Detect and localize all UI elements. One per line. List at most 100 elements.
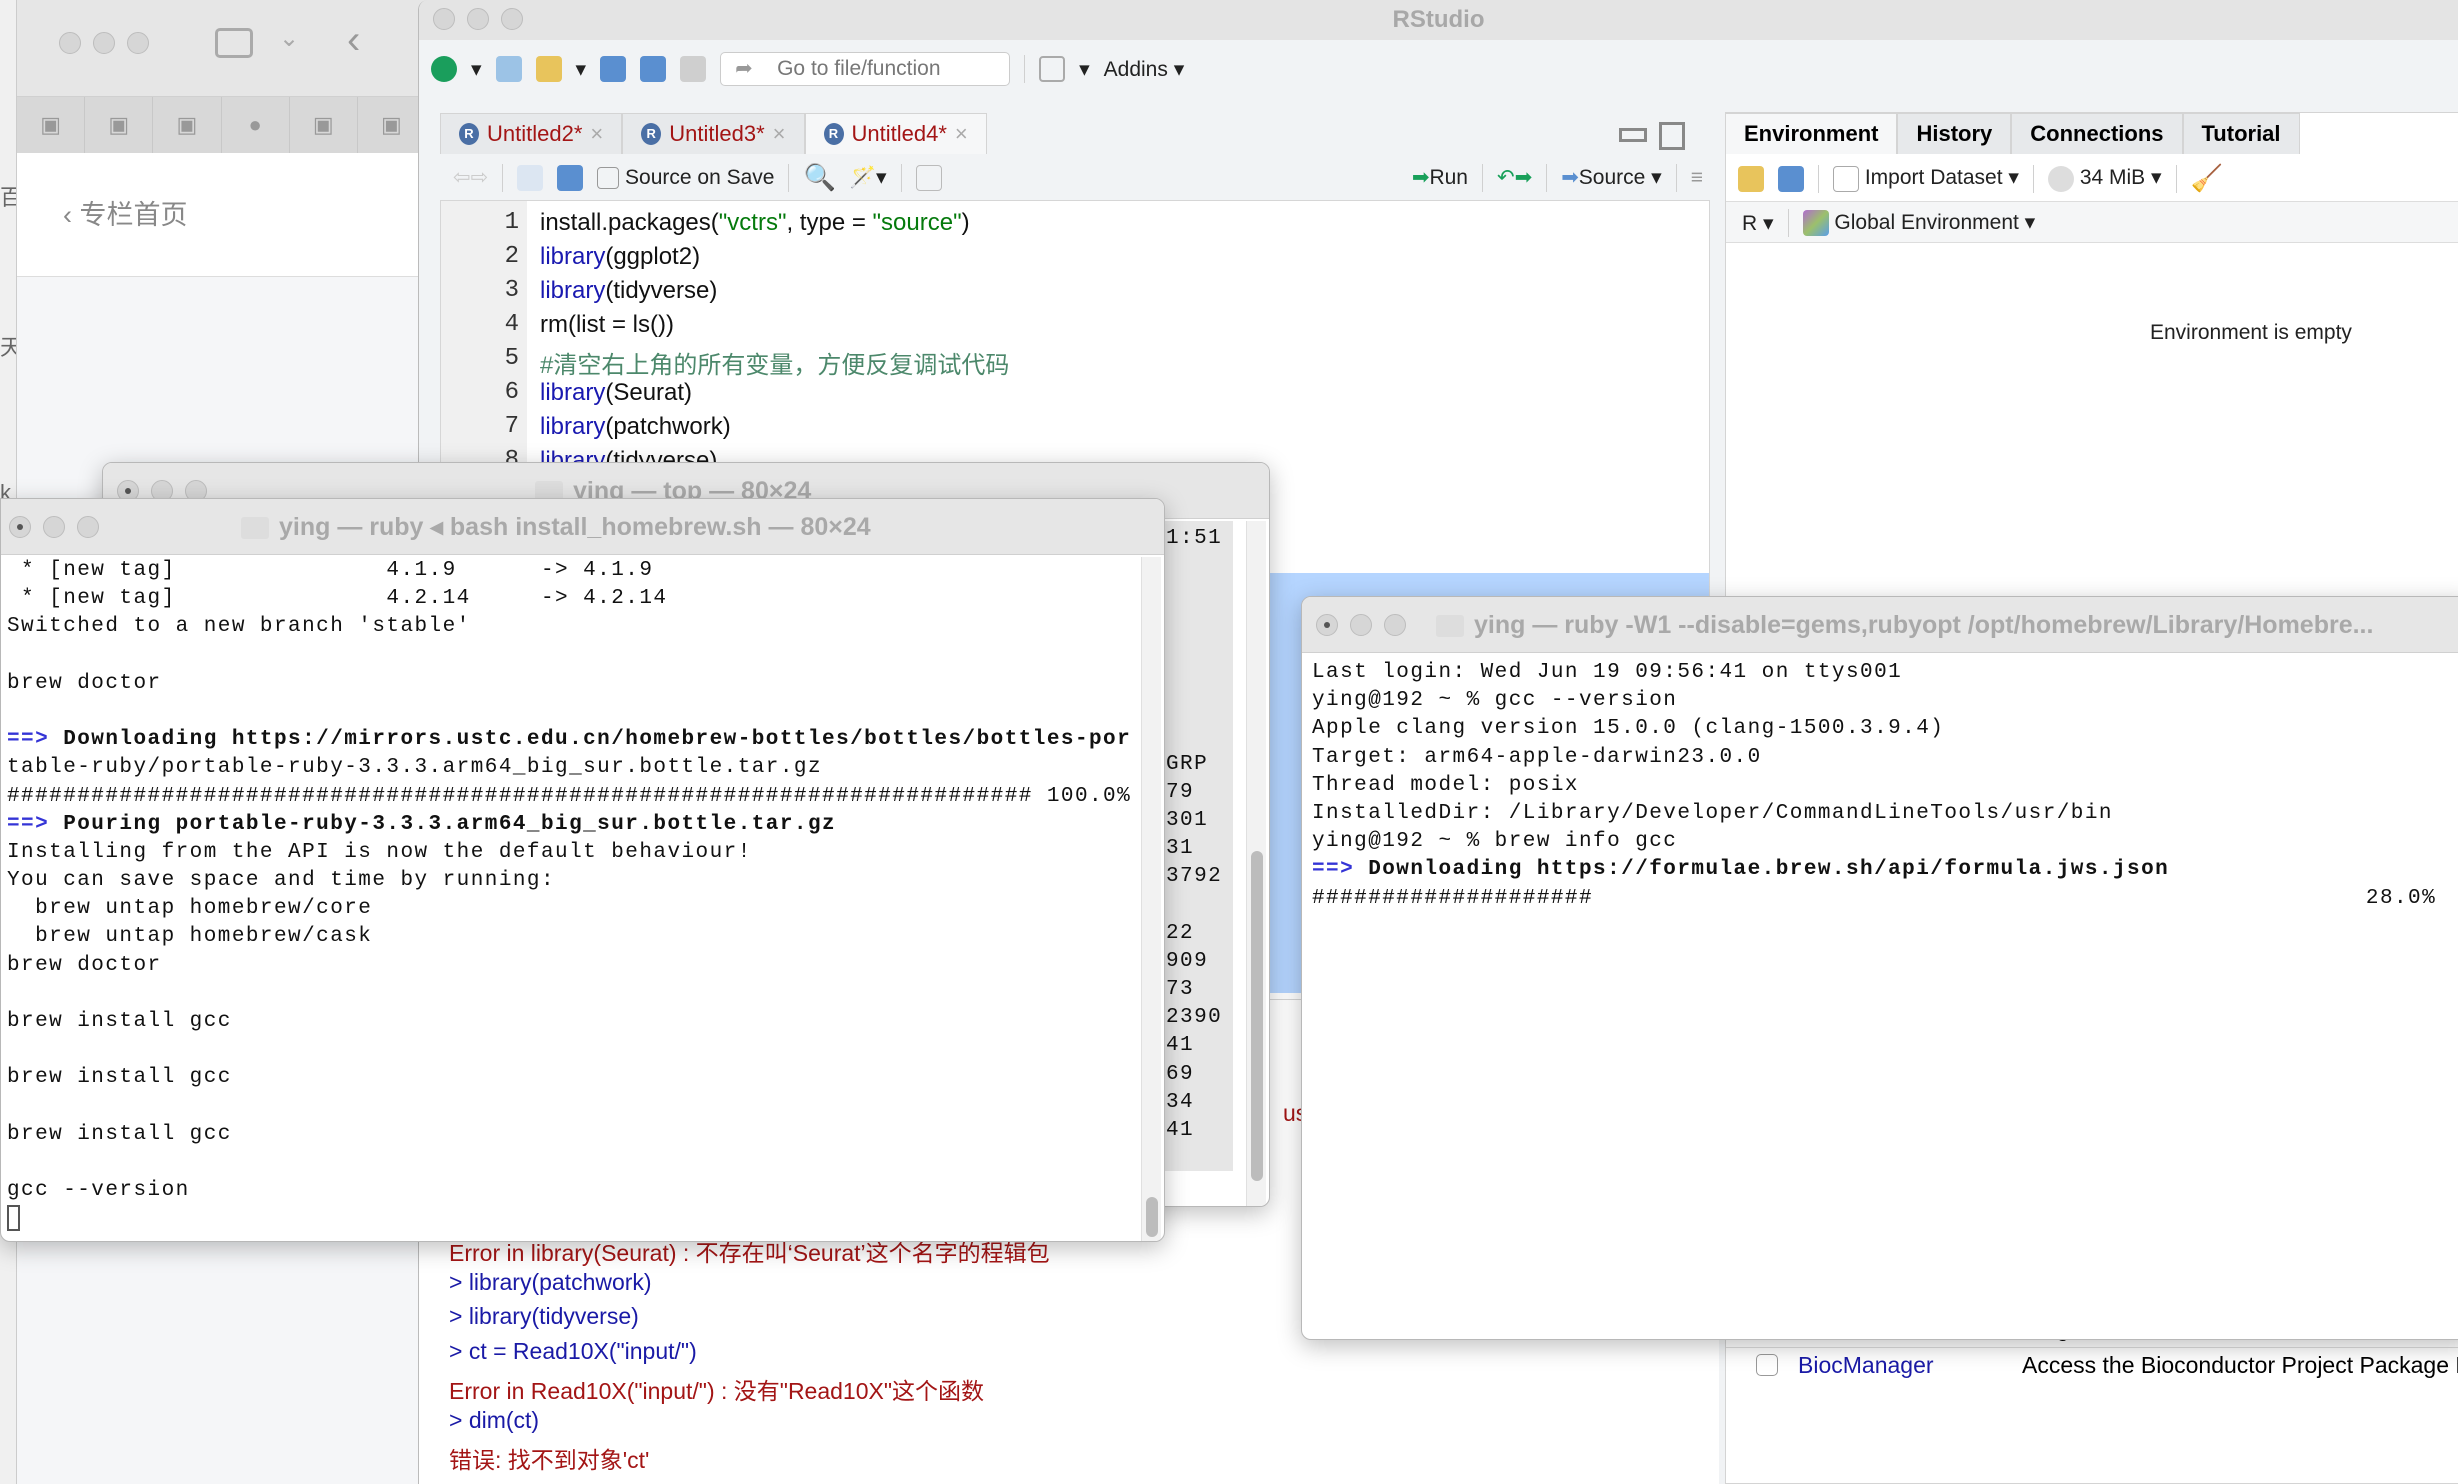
zoom-button[interactable] — [1384, 614, 1406, 636]
save-workspace-icon[interactable] — [1778, 165, 1804, 192]
tab-history[interactable]: History — [1897, 113, 2012, 154]
terminal-line: ==> Pouring portable-ruby-3.3.3.arm64_bi… — [7, 812, 837, 836]
scrollbar[interactable] — [1246, 521, 1266, 1206]
rg-icon[interactable]: ▣ — [153, 97, 222, 153]
dropdown-arrow-icon[interactable]: ▾ — [1079, 57, 1090, 82]
terminal-line: brew install gcc — [7, 1122, 232, 1146]
terminal-line: InstalledDir: /Library/Developer/Command… — [1312, 801, 2113, 825]
tab-untitled2[interactable]: R Untitled2* × — [440, 113, 623, 154]
list-icon[interactable]: ▣ — [85, 97, 154, 153]
rerun-icon[interactable]: ↶➡ — [1497, 165, 1532, 190]
save-all-icon[interactable] — [640, 56, 667, 82]
console-line: > dim(ct) — [449, 1406, 540, 1433]
goto-placeholder: Go to file/function — [777, 57, 941, 80]
n-icon[interactable]: ● — [222, 97, 290, 153]
zoom-button[interactable] — [127, 32, 149, 54]
goto-file-input[interactable]: ➦ Go to file/function — [720, 52, 1011, 86]
doc-icon[interactable]: ▣ — [17, 97, 86, 153]
minimize-pane-icon[interactable] — [1619, 128, 1647, 142]
terminal-output[interactable]: Last login: Wed Jun 19 09:56:41 on ttys0… — [1312, 659, 2436, 913]
scrollbar[interactable] — [1141, 557, 1161, 1241]
broom-icon[interactable]: 🧹 — [2191, 163, 2223, 194]
close-tab-icon[interactable]: × — [773, 121, 786, 147]
terminal-title: ying — ruby ◂ bash install_homebrew.sh —… — [279, 513, 871, 541]
close-button[interactable] — [1316, 614, 1338, 636]
window-controls — [59, 32, 149, 54]
console-line: Error in Read10X("input/") : 没有"Read10X"… — [449, 1378, 985, 1404]
minimize-button[interactable] — [467, 8, 489, 30]
code-line: #清空右上角的所有变量，方便反复调试代码 — [540, 352, 1010, 379]
tab-label: Untitled2* — [487, 121, 583, 146]
print-icon[interactable] — [680, 56, 707, 82]
terminal-line: 34 — [1166, 1090, 1195, 1114]
new-project-icon[interactable] — [495, 56, 522, 82]
env-toolbar: Import Dataset ▾ 34 MiB ▾ 🧹 — [1738, 163, 2223, 194]
terminal-line: 22 — [1166, 921, 1195, 945]
save-icon[interactable] — [557, 164, 584, 191]
console-line: > ct = Read10X("input/") — [449, 1337, 697, 1364]
open-file-icon[interactable] — [535, 56, 562, 82]
close-tab-icon[interactable]: × — [590, 121, 603, 147]
memory-usage-button[interactable]: 34 MiB ▾ — [2047, 165, 2162, 192]
line-number: 2 — [504, 243, 519, 270]
close-button[interactable] — [9, 516, 31, 538]
outline-icon[interactable] — [915, 164, 942, 191]
tab-environment[interactable]: Environment — [1725, 113, 1898, 154]
zoom-button[interactable] — [77, 516, 99, 538]
close-tab-icon[interactable]: × — [955, 121, 968, 147]
terminal-line: GRP — [1166, 752, 1209, 776]
tab-connections[interactable]: Connections — [2011, 113, 2183, 154]
load-workspace-icon[interactable] — [1738, 165, 1764, 192]
tv-icon[interactable]: ▣ — [358, 97, 427, 153]
zoom-button[interactable] — [501, 8, 523, 30]
addins-menu[interactable]: Addins ▾ — [1104, 57, 1185, 82]
sidebar-toggle-icon[interactable] — [215, 28, 253, 58]
maximize-pane-icon[interactable] — [1659, 122, 1685, 150]
close-button[interactable] — [433, 8, 455, 30]
terminal-line: Thread model: posix — [1312, 773, 1579, 797]
search-icon[interactable]: 🔍 — [803, 162, 835, 193]
pane-layout-icon[interactable] — [1039, 56, 1066, 82]
magic-wand-icon[interactable]: 🪄▾ — [850, 165, 887, 190]
save-icon[interactable] — [600, 56, 627, 82]
code-line: library(tidyverse) — [540, 277, 718, 304]
chevron-down-icon[interactable]: ⌄ — [279, 24, 299, 53]
tab-untitled3[interactable]: R Untitled3* × — [622, 113, 805, 154]
code-line: library(patchwork) — [540, 413, 731, 440]
source-on-save-checkbox[interactable]: Source on Save — [597, 166, 774, 190]
terminal-line: #################### 28.0% — [1312, 886, 2437, 910]
tab-untitled4[interactable]: R Untitled4* × — [804, 113, 987, 154]
editor-toolbar: ⇦⇨ Source on Save 🔍 🪄▾ ➡Run ↶➡ ➡Source ▾… — [453, 162, 1703, 193]
back-forward-icon[interactable]: ⇦⇨ — [453, 165, 488, 190]
scope-dropdown[interactable]: Global Environment ▾ — [1802, 210, 2035, 237]
show-in-window-icon[interactable] — [517, 164, 544, 191]
dropdown-arrow-icon[interactable]: ▾ — [471, 57, 482, 82]
import-dataset-button[interactable]: Import Dataset ▾ — [1833, 165, 2019, 192]
language-dropdown[interactable]: R ▾ — [1742, 211, 1774, 236]
cursor — [7, 1205, 20, 1232]
minimize-button[interactable] — [93, 32, 115, 54]
source-button[interactable]: ➡Source ▾ — [1561, 165, 1662, 190]
back-icon[interactable]: ‹ — [347, 18, 360, 63]
terminal-output[interactable]: * [new tag] 4.1.9 -> 4.1.9 * [new tag] 4… — [7, 557, 1131, 1232]
tab-tutorial[interactable]: Tutorial — [2182, 113, 2300, 154]
close-button[interactable] — [59, 32, 81, 54]
doc-icon[interactable]: ▣ — [290, 97, 358, 153]
minimize-button[interactable] — [43, 516, 65, 538]
package-checkbox[interactable] — [1756, 1354, 1778, 1376]
dropdown-arrow-icon[interactable]: ▾ — [576, 57, 587, 82]
terminal-line: Apple clang version 15.0.0 (clang-1500.3… — [1312, 717, 1945, 741]
back-link[interactable]: ‹ 专栏首页 — [63, 193, 188, 232]
new-file-icon[interactable] — [431, 56, 457, 82]
minimize-button[interactable] — [1350, 614, 1372, 636]
terminal-line: ying@192 ~ % gcc --version — [1312, 689, 1678, 713]
terminal-line: Switched to a new branch 'stable' — [7, 615, 471, 639]
package-name[interactable]: BiocManager — [1798, 1352, 1934, 1379]
terminal-line: 69 — [1166, 1062, 1195, 1086]
menu-lines-icon[interactable]: ≡ — [1691, 166, 1703, 190]
tab-label: Untitled3* — [669, 121, 765, 146]
run-button[interactable]: ➡Run — [1412, 165, 1468, 190]
